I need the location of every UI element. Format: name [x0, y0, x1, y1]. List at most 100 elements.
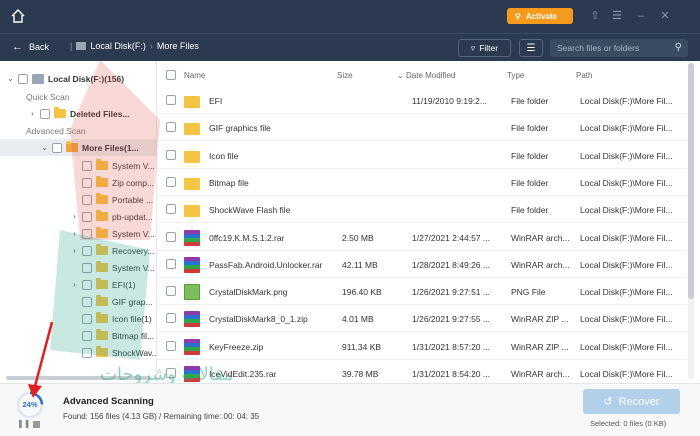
cell-size: 2.50 MB [342, 232, 374, 243]
chevron-right-icon[interactable]: › [28, 109, 37, 118]
tree-item-deleted[interactable]: › Deleted Files... [28, 105, 130, 122]
table-row[interactable]: PassFab.Android.Unlocker.rar 42.11 MB 1/28… [157, 251, 687, 278]
chevron-right-icon[interactable]: › [70, 246, 79, 255]
checkbox[interactable] [82, 228, 92, 239]
breadcrumb-drive[interactable]: Local Disk(F:) [90, 41, 146, 51]
table-row[interactable]: CrystalDiskMark8_0_1.zip 4.01 MB 1/26/2021… [157, 305, 687, 333]
tree-item[interactable]: › EFI(1) [70, 276, 136, 293]
table-row[interactable]: Bitmap file File folder Local Disk(F:)\Mor… [157, 169, 687, 196]
table-row[interactable]: 0ffc19.K.M.S.1.2.rar 2.50 MB 1/27/2021 2:4… [157, 224, 687, 251]
row-checkbox[interactable] [166, 231, 176, 242]
filter-button[interactable]: ▿ Filter [458, 39, 511, 57]
row-checkbox[interactable] [166, 258, 176, 269]
column-path[interactable]: Path [576, 71, 592, 80]
scroll-thumb[interactable] [688, 63, 694, 299]
row-checkbox[interactable] [166, 204, 176, 215]
row-checkbox[interactable] [166, 368, 176, 378]
table-row[interactable]: Icon file File folder Local Disk(F:)\More … [157, 142, 687, 169]
chevron-down-icon[interactable]: ⌄ [6, 74, 15, 83]
table-row[interactable]: ShockWave Flash file File folder Local Dis… [157, 196, 687, 224]
row-checkbox[interactable] [166, 176, 176, 187]
tree-item-label: System V... [112, 228, 155, 239]
pause-icon[interactable]: ❚❚ [17, 420, 30, 428]
sort-arrow-icon: ⌄ [397, 71, 404, 80]
table-row[interactable]: GIF graphics file File folder Local Disk(F… [157, 114, 687, 142]
minimize-icon[interactable]: – [634, 9, 648, 23]
table-row[interactable]: KeyFreeze.zip 911.34 KB 1/31/2021 8:57:20 … [157, 333, 687, 360]
row-checkbox[interactable] [166, 340, 176, 351]
column-size[interactable]: Size [337, 71, 353, 80]
tree-item-more-files[interactable]: ⌄ More Files(1... [0, 139, 156, 156]
tree-item[interactable]: GIF grap... [70, 293, 153, 310]
checkbox[interactable] [82, 177, 92, 188]
chevron-down-icon[interactable]: ⌄ [40, 143, 49, 152]
row-checkbox[interactable] [166, 286, 176, 297]
recover-button[interactable]: ↺ Recover [583, 389, 680, 414]
menu-icon[interactable]: ☰ [610, 9, 624, 23]
checkbox[interactable] [82, 211, 92, 222]
table-row[interactable]: CrystalDiskMark.png 196.40 KB 1/26/2021 9:… [157, 278, 687, 306]
tree-item[interactable]: › System V... [70, 225, 155, 242]
checkbox[interactable] [82, 330, 92, 341]
tree-item[interactable]: › Recovery... [70, 242, 154, 259]
row-checkbox[interactable] [166, 95, 176, 105]
stop-icon[interactable] [33, 421, 40, 428]
tree-item-label: Deleted Files... [70, 108, 130, 119]
checkbox[interactable] [82, 279, 92, 290]
tree-item[interactable]: ShockWav... [70, 344, 157, 361]
cell-size: 42.11 MB [342, 259, 378, 270]
tree-item[interactable]: Bitmap fil... [70, 327, 154, 344]
column-name[interactable]: Name [184, 71, 205, 80]
cell-size: 196.40 KB [342, 287, 382, 298]
vertical-scrollbar[interactable] [688, 63, 694, 379]
tree-item[interactable]: System V... [70, 259, 155, 276]
checkbox[interactable] [82, 160, 92, 171]
chevron-right-icon[interactable]: › [70, 280, 79, 289]
tree-item[interactable]: Icon file(1) [70, 310, 152, 327]
tree-root[interactable]: ⌄ Local Disk(F:)(156) [6, 70, 124, 87]
column-date[interactable]: Date Modified [406, 71, 455, 80]
row-checkbox[interactable] [166, 313, 176, 324]
close-icon[interactable]: ✕ [658, 9, 672, 23]
checkbox[interactable] [82, 347, 92, 358]
cell-type: File folder [511, 123, 549, 134]
progress-percent: 24% [22, 400, 38, 409]
table-row[interactable]: EFI 11/19/2010 9:19:2... File folder Local … [157, 87, 687, 114]
table-row[interactable]: IceVidEdit.235.rar 39.78 MB 1/31/2021 8:54… [157, 360, 687, 383]
view-menu-button[interactable]: ☰ [519, 39, 543, 57]
row-checkbox[interactable] [166, 149, 176, 160]
horizontal-scrollbar[interactable] [6, 376, 151, 380]
activate-button[interactable]: ⚲ Activate [507, 8, 573, 24]
checkbox[interactable] [82, 296, 92, 307]
tree-item[interactable]: System V... [70, 157, 155, 174]
tree-item-label: ShockWav... [112, 347, 157, 358]
chevron-right-icon[interactable]: › [70, 229, 79, 238]
column-type[interactable]: Type [507, 71, 524, 80]
filter-icon: ▿ [470, 42, 476, 53]
chevron-right-icon[interactable]: › [70, 212, 79, 221]
tree-item[interactable]: › pb-updat... [70, 208, 153, 225]
cell-type: File folder [511, 177, 549, 188]
checkbox[interactable] [52, 142, 62, 153]
back-button[interactable]: ← Back [12, 41, 49, 53]
checkbox[interactable] [82, 245, 92, 256]
cell-path: Local Disk(F:)\More Fil... [580, 287, 673, 298]
search-icon[interactable]: ⚲ [675, 42, 682, 53]
breadcrumb-folder[interactable]: More Files [157, 41, 199, 51]
checkbox[interactable] [18, 73, 28, 84]
row-checkbox[interactable] [166, 122, 176, 133]
checkbox[interactable] [82, 313, 92, 324]
tree-item[interactable]: Portable ... [70, 191, 153, 208]
search-input[interactable] [550, 39, 668, 57]
quick-scan-label: Quick Scan [26, 92, 70, 102]
checkbox[interactable] [82, 194, 92, 205]
cell-type: File folder [511, 96, 549, 106]
select-all-checkbox[interactable] [166, 70, 176, 80]
cell-path: Local Disk(F:)\More Fil... [580, 123, 673, 134]
home-icon[interactable] [10, 8, 26, 24]
upload-icon[interactable]: ⇧ [588, 9, 602, 23]
checkbox[interactable] [40, 108, 50, 119]
tree-item-label: System V... [112, 262, 155, 273]
tree-item[interactable]: Zip comp... [70, 174, 154, 191]
checkbox[interactable] [82, 262, 92, 273]
